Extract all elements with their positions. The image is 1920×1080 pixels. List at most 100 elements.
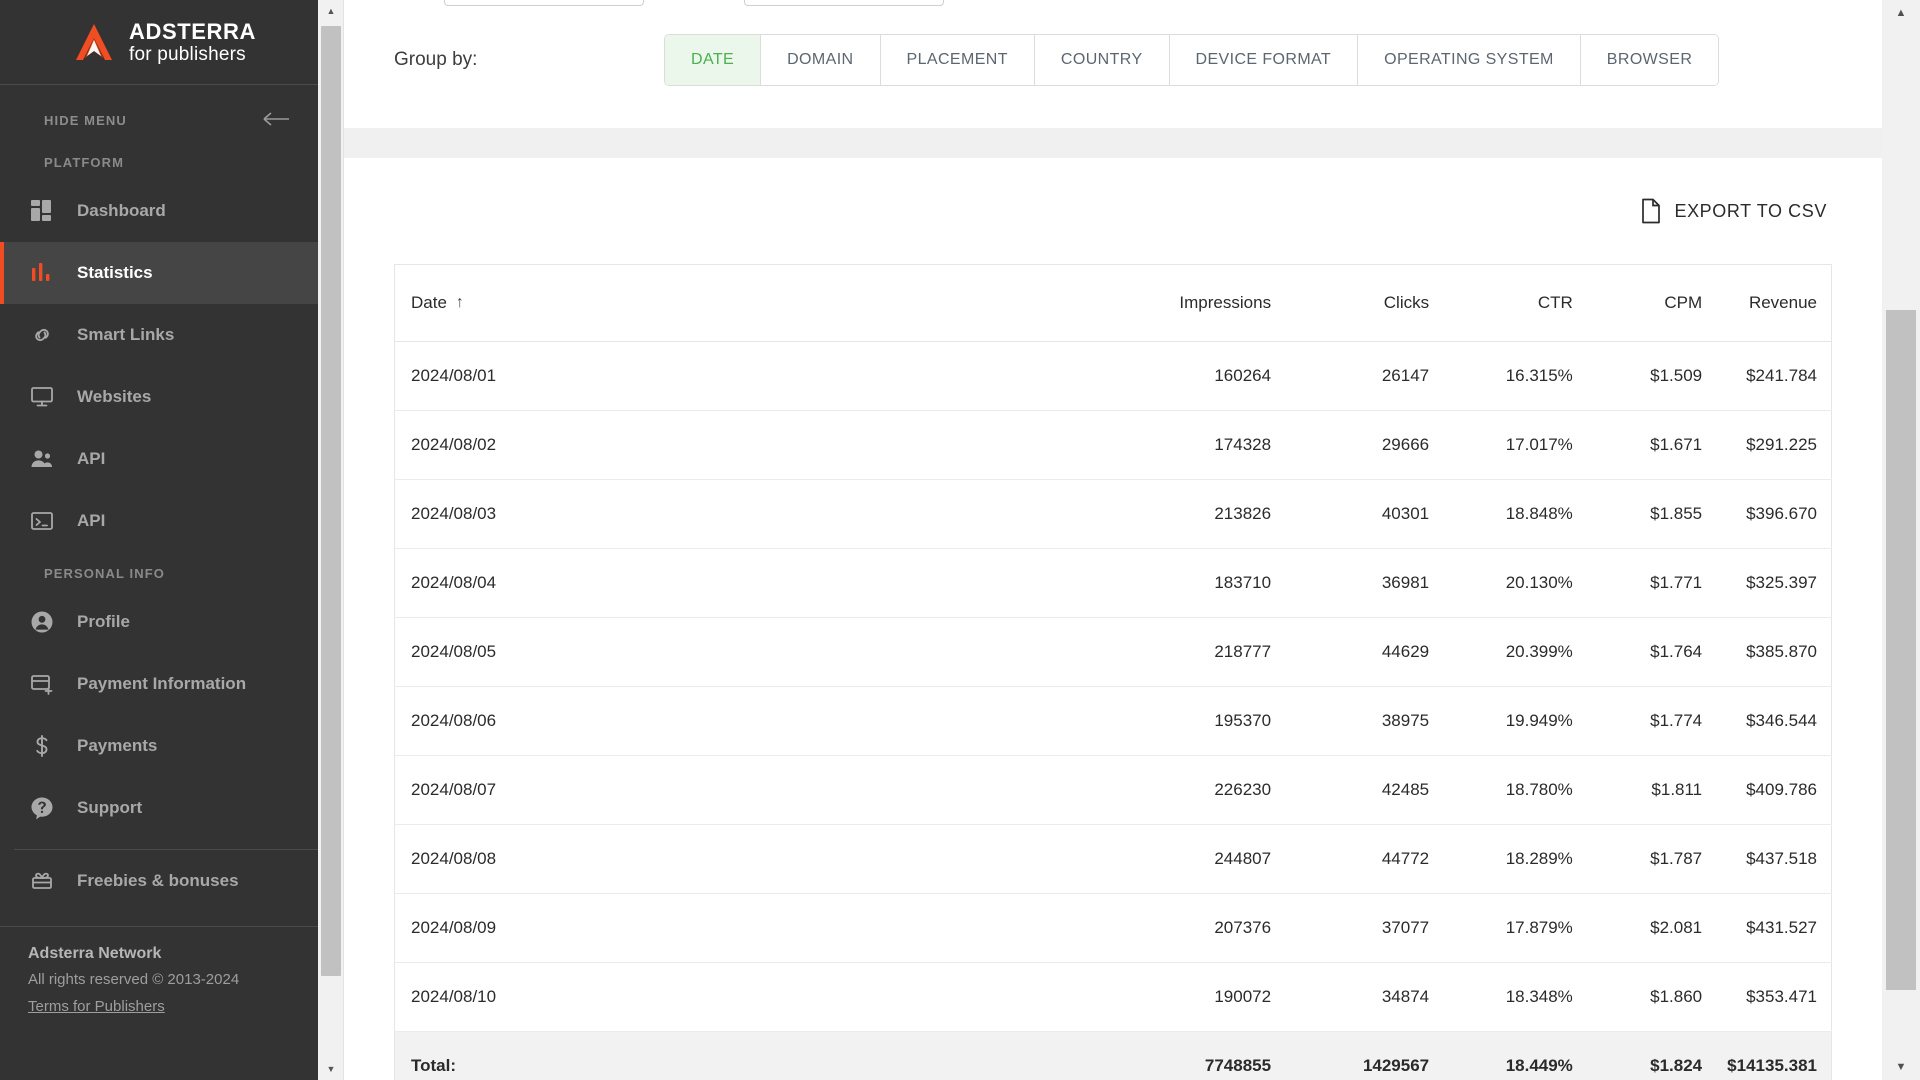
cell-clicks: 29666 bbox=[1271, 411, 1429, 480]
gift-icon bbox=[29, 868, 55, 894]
main-scroll-thumb[interactable] bbox=[1886, 310, 1916, 990]
table-row[interactable]: 2024/08/09 207376 37077 17.879% $2.081 $… bbox=[395, 894, 1832, 963]
sidebar-item-label: Payments bbox=[77, 736, 157, 756]
nav-personal-info: Profile Payment Information bbox=[0, 591, 318, 839]
column-header-date-label: Date bbox=[411, 293, 447, 313]
brand-logo[interactable]: ADSTERRA for publishers bbox=[0, 0, 318, 85]
cell-cpm: $1.509 bbox=[1573, 342, 1702, 411]
table-row[interactable]: 2024/08/06 195370 38975 19.949% $1.774 $… bbox=[395, 687, 1832, 756]
cell-cpm: $1.787 bbox=[1573, 825, 1702, 894]
table-row[interactable]: 2024/08/03 213826 40301 18.848% $1.855 $… bbox=[395, 480, 1832, 549]
cell-ctr: 17.017% bbox=[1429, 411, 1573, 480]
sidebar-scroll-thumb[interactable] bbox=[321, 26, 341, 976]
question-mark-icon bbox=[29, 795, 55, 821]
statistics-card: EXPORT TO CSV Date ↑ bbox=[344, 158, 1882, 1080]
column-header-ctr[interactable]: CTR bbox=[1429, 265, 1573, 342]
column-header-date[interactable]: Date ↑ bbox=[395, 265, 1056, 342]
cell-ctr: 20.130% bbox=[1429, 549, 1573, 618]
statistics-table: Date ↑ Impressions Clicks CTR CPM Revenu… bbox=[394, 264, 1832, 1080]
table-row[interactable]: 2024/08/01 160264 26147 16.315% $1.509 $… bbox=[395, 342, 1832, 411]
main-scroll-up-button[interactable]: ▲ bbox=[1882, 0, 1920, 26]
tab-country[interactable]: COUNTRY bbox=[1035, 35, 1170, 85]
tab-browser[interactable]: BROWSER bbox=[1581, 35, 1718, 85]
table-row[interactable]: 2024/08/02 174328 29666 17.017% $1.671 $… bbox=[395, 411, 1832, 480]
cell-ctr: 18.848% bbox=[1429, 480, 1573, 549]
column-header-impressions[interactable]: Impressions bbox=[1056, 265, 1272, 342]
sidebar-scroll-down-button[interactable]: ▼ bbox=[318, 1058, 344, 1080]
document-icon bbox=[1641, 198, 1661, 224]
sidebar-item-label: Smart Links bbox=[77, 325, 174, 345]
table-header-row: Date ↑ Impressions Clicks CTR CPM Revenu… bbox=[395, 265, 1832, 342]
tab-domain[interactable]: DOMAIN bbox=[761, 35, 880, 85]
cell-cpm: $1.855 bbox=[1573, 480, 1702, 549]
sidebar-item-payments[interactable]: Payments bbox=[0, 715, 318, 777]
sidebar-item-payment-information[interactable]: Payment Information bbox=[0, 653, 318, 715]
footer-brand: Adsterra Network bbox=[28, 945, 318, 963]
sidebar-item-support[interactable]: Support bbox=[0, 777, 318, 839]
sidebar-item-freebies-bonuses[interactable]: Freebies & bonuses bbox=[0, 850, 318, 912]
table-row[interactable]: 2024/08/07 226230 42485 18.780% $1.811 $… bbox=[395, 756, 1832, 825]
sidebar-item-profile[interactable]: Profile bbox=[0, 591, 318, 653]
sidebar-item-referrals[interactable]: API bbox=[0, 428, 318, 490]
bar-chart-icon bbox=[29, 260, 55, 286]
sidebar-item-websites[interactable]: Websites bbox=[0, 366, 318, 428]
tab-operating-system[interactable]: OPERATING SYSTEM bbox=[1358, 35, 1581, 85]
sidebar-scroll-up-button[interactable]: ▲ bbox=[318, 0, 344, 22]
nav-extras: Freebies & bonuses bbox=[0, 850, 318, 912]
group-by-tabs: DATE DOMAIN PLACEMENT COUNTRY DEVICE FOR… bbox=[664, 34, 1719, 86]
sidebar-item-label: Payment Information bbox=[77, 674, 246, 694]
hide-menu-label: HIDE MENU bbox=[44, 113, 127, 128]
cell-cpm: $1.774 bbox=[1573, 687, 1702, 756]
arrow-up-icon: ↑ bbox=[456, 294, 464, 312]
cell-cpm: $1.771 bbox=[1573, 549, 1702, 618]
sidebar-item-label: Statistics bbox=[77, 263, 153, 283]
export-row: EXPORT TO CSV bbox=[344, 180, 1882, 224]
terminal-icon bbox=[29, 508, 55, 534]
cell-clicks: 37077 bbox=[1271, 894, 1429, 963]
sidebar-item-statistics[interactable]: Statistics bbox=[0, 242, 318, 304]
hide-menu-button[interactable]: HIDE MENU bbox=[0, 85, 318, 141]
table-row[interactable]: 2024/08/10 190072 34874 18.348% $1.860 $… bbox=[395, 963, 1832, 1032]
section-label-platform: PLATFORM bbox=[0, 141, 318, 180]
main-scroll-down-button[interactable]: ▼ bbox=[1882, 1054, 1920, 1080]
cell-clicks: 40301 bbox=[1271, 480, 1429, 549]
sidebar-item-smart-links[interactable]: Smart Links bbox=[0, 304, 318, 366]
table-row[interactable]: 2024/08/05 218777 44629 20.399% $1.764 $… bbox=[395, 618, 1832, 687]
cell-ctr: 17.879% bbox=[1429, 894, 1573, 963]
sidebar-footer: Adsterra Network All rights reserved © 2… bbox=[0, 926, 318, 1015]
tab-placement[interactable]: PLACEMENT bbox=[881, 35, 1035, 85]
sidebar-item-label: Support bbox=[77, 798, 142, 818]
cell-date: 2024/08/03 bbox=[395, 480, 1056, 549]
nav-platform: Dashboard Statistics bbox=[0, 180, 318, 552]
sidebar-item-api[interactable]: API API bbox=[0, 490, 318, 552]
column-header-clicks[interactable]: Clicks bbox=[1271, 265, 1429, 342]
tab-date[interactable]: DATE bbox=[665, 35, 761, 85]
table-row[interactable]: 2024/08/04 183710 36981 20.130% $1.771 $… bbox=[395, 549, 1832, 618]
filter-input-partial-1[interactable] bbox=[444, 0, 644, 6]
cell-cpm: $1.671 bbox=[1573, 411, 1702, 480]
section-label-personal-info: PERSONAL INFO bbox=[0, 552, 318, 591]
sidebar-item-dashboard[interactable]: Dashboard bbox=[0, 180, 318, 242]
cell-impressions: 183710 bbox=[1056, 549, 1272, 618]
adsterra-arrow-logo-icon bbox=[72, 20, 116, 64]
dashboard-grid-icon bbox=[29, 198, 55, 224]
column-header-revenue[interactable]: Revenue bbox=[1702, 265, 1831, 342]
cell-date: 2024/08/08 bbox=[395, 825, 1056, 894]
cell-total-revenue: $14135.381 bbox=[1702, 1032, 1831, 1080]
tab-device-format[interactable]: DEVICE FORMAT bbox=[1170, 35, 1359, 85]
dollar-sign-icon bbox=[29, 733, 55, 759]
cell-cpm: $2.081 bbox=[1573, 894, 1702, 963]
credit-card-plus-icon bbox=[29, 671, 55, 697]
column-header-cpm[interactable]: CPM bbox=[1573, 265, 1702, 342]
cell-date: 2024/08/02 bbox=[395, 411, 1056, 480]
cell-cpm: $1.860 bbox=[1573, 963, 1702, 1032]
table-row[interactable]: 2024/08/08 244807 44772 18.289% $1.787 $… bbox=[395, 825, 1832, 894]
sidebar: ADSTERRA for publishers HIDE MENU PLATFO… bbox=[0, 0, 318, 1080]
cell-revenue: $396.670 bbox=[1702, 480, 1831, 549]
filter-input-partial-2[interactable] bbox=[744, 0, 944, 6]
cell-revenue: $385.870 bbox=[1702, 618, 1831, 687]
export-to-csv-button[interactable]: EXPORT TO CSV bbox=[1641, 198, 1827, 224]
sidebar-scrollbar[interactable]: ▲ ▼ bbox=[318, 0, 344, 1080]
footer-terms-link[interactable]: Terms for Publishers bbox=[28, 998, 318, 1015]
main-scrollbar[interactable]: ▲ ▼ bbox=[1882, 0, 1920, 1080]
